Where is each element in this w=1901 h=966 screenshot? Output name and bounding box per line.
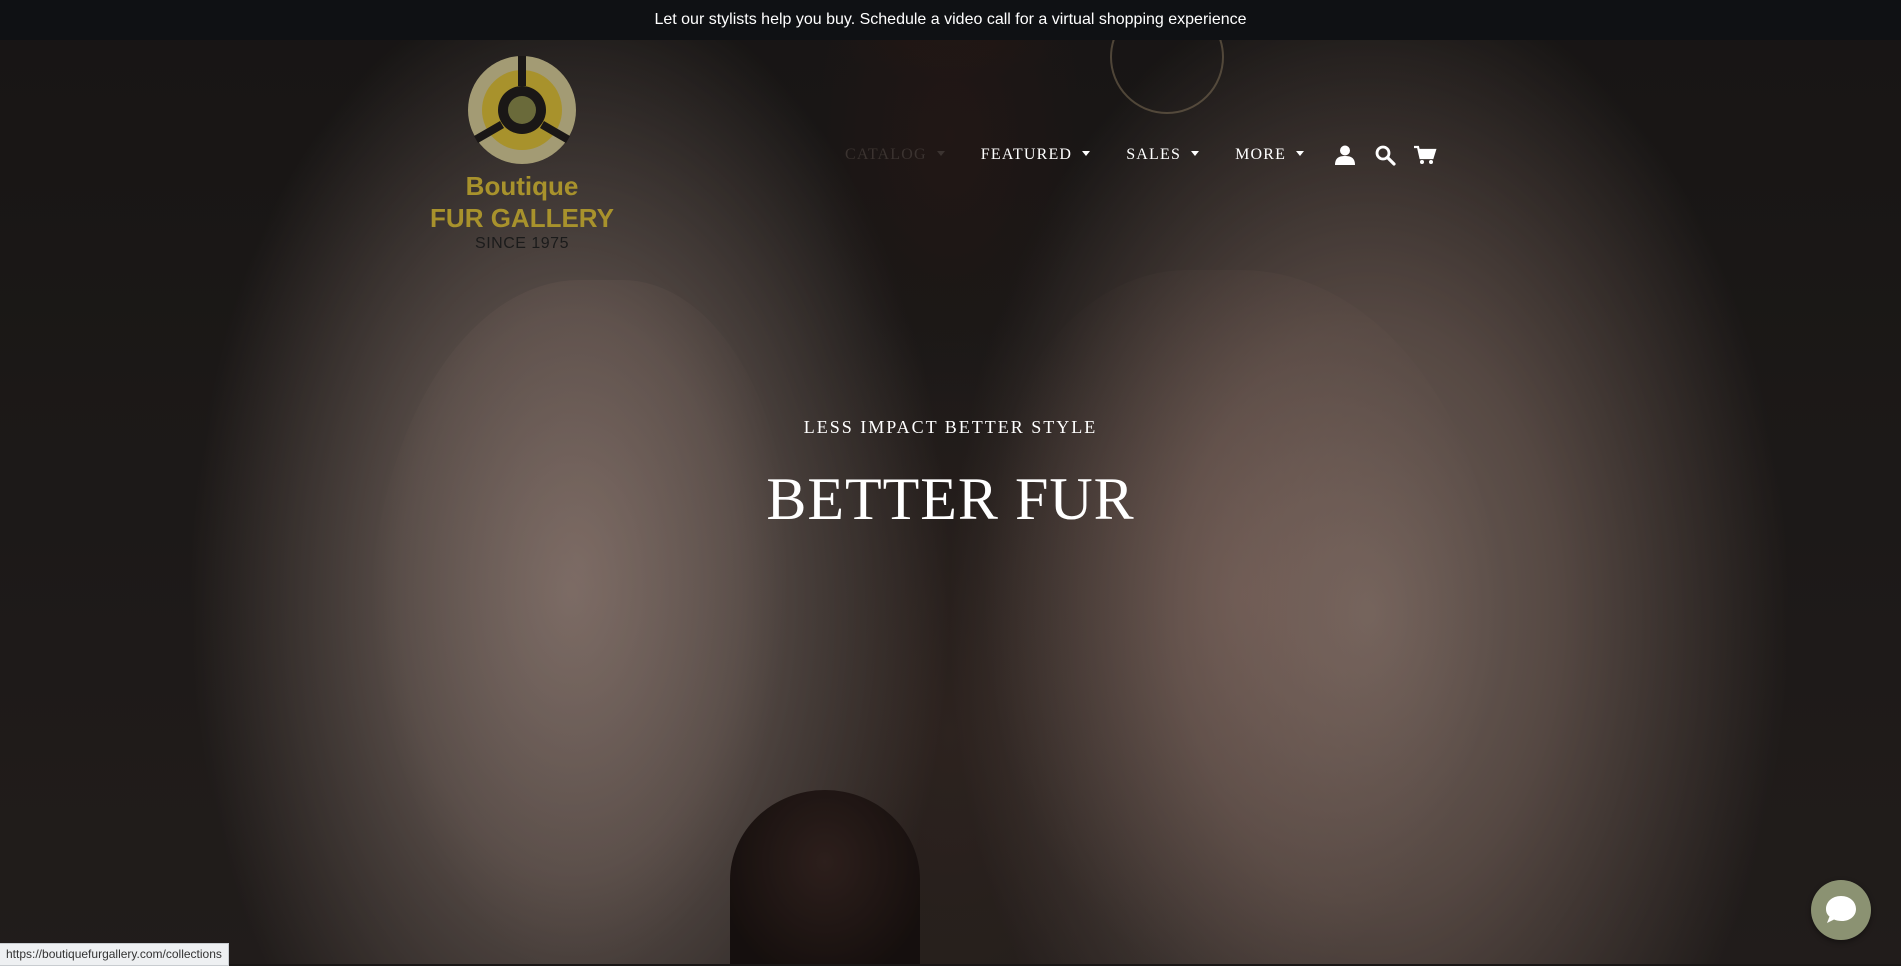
chevron-down-icon — [936, 150, 945, 156]
search-icon[interactable] — [1372, 142, 1398, 168]
announcement-text[interactable]: Let our stylists help you buy. Schedule … — [654, 11, 1246, 29]
nav-item-label: FEATURED — [980, 146, 1073, 163]
main-nav: CATALOG FEATURED SALES MORE — [845, 142, 1452, 168]
chevron-down-icon — [1296, 150, 1305, 156]
chat-button[interactable] — [1811, 880, 1871, 940]
nav-item-label: CATALOG — [845, 146, 927, 163]
logo-emblem-icon — [468, 56, 576, 164]
nav-item-catalog[interactable]: CATALOG — [845, 146, 945, 164]
logo-since: SINCE 1975 — [475, 235, 569, 252]
account-icon[interactable] — [1332, 142, 1358, 168]
chevron-down-icon — [1191, 150, 1200, 156]
nav-item-label: MORE — [1235, 146, 1287, 163]
status-bar-url: https://boutiquefurgallery.com/collectio… — [0, 943, 229, 966]
hero-kicker: LESS IMPACT BETTER STYLE — [803, 417, 1098, 437]
nav-icon-group — [1332, 142, 1452, 168]
chat-bubble-icon — [1826, 896, 1856, 923]
nav-item-more[interactable]: MORE — [1235, 146, 1305, 164]
cart-icon[interactable] — [1412, 142, 1438, 168]
site-logo[interactable]: Boutique FUR GALLERY SINCE 1975 — [430, 54, 614, 264]
logo-line-boutique: Boutique — [465, 171, 579, 201]
nav-item-label: SALES — [1126, 146, 1182, 163]
logo-line-fur-gallery: FUR GALLERY — [430, 203, 614, 233]
nav-item-sales[interactable]: SALES — [1126, 146, 1200, 164]
hero-headline: BETTER FUR — [766, 466, 1135, 532]
nav-item-featured[interactable]: FEATURED — [980, 146, 1091, 164]
announcement-bar[interactable]: Let our stylists help you buy. Schedule … — [0, 0, 1901, 40]
chevron-down-icon — [1082, 150, 1091, 156]
